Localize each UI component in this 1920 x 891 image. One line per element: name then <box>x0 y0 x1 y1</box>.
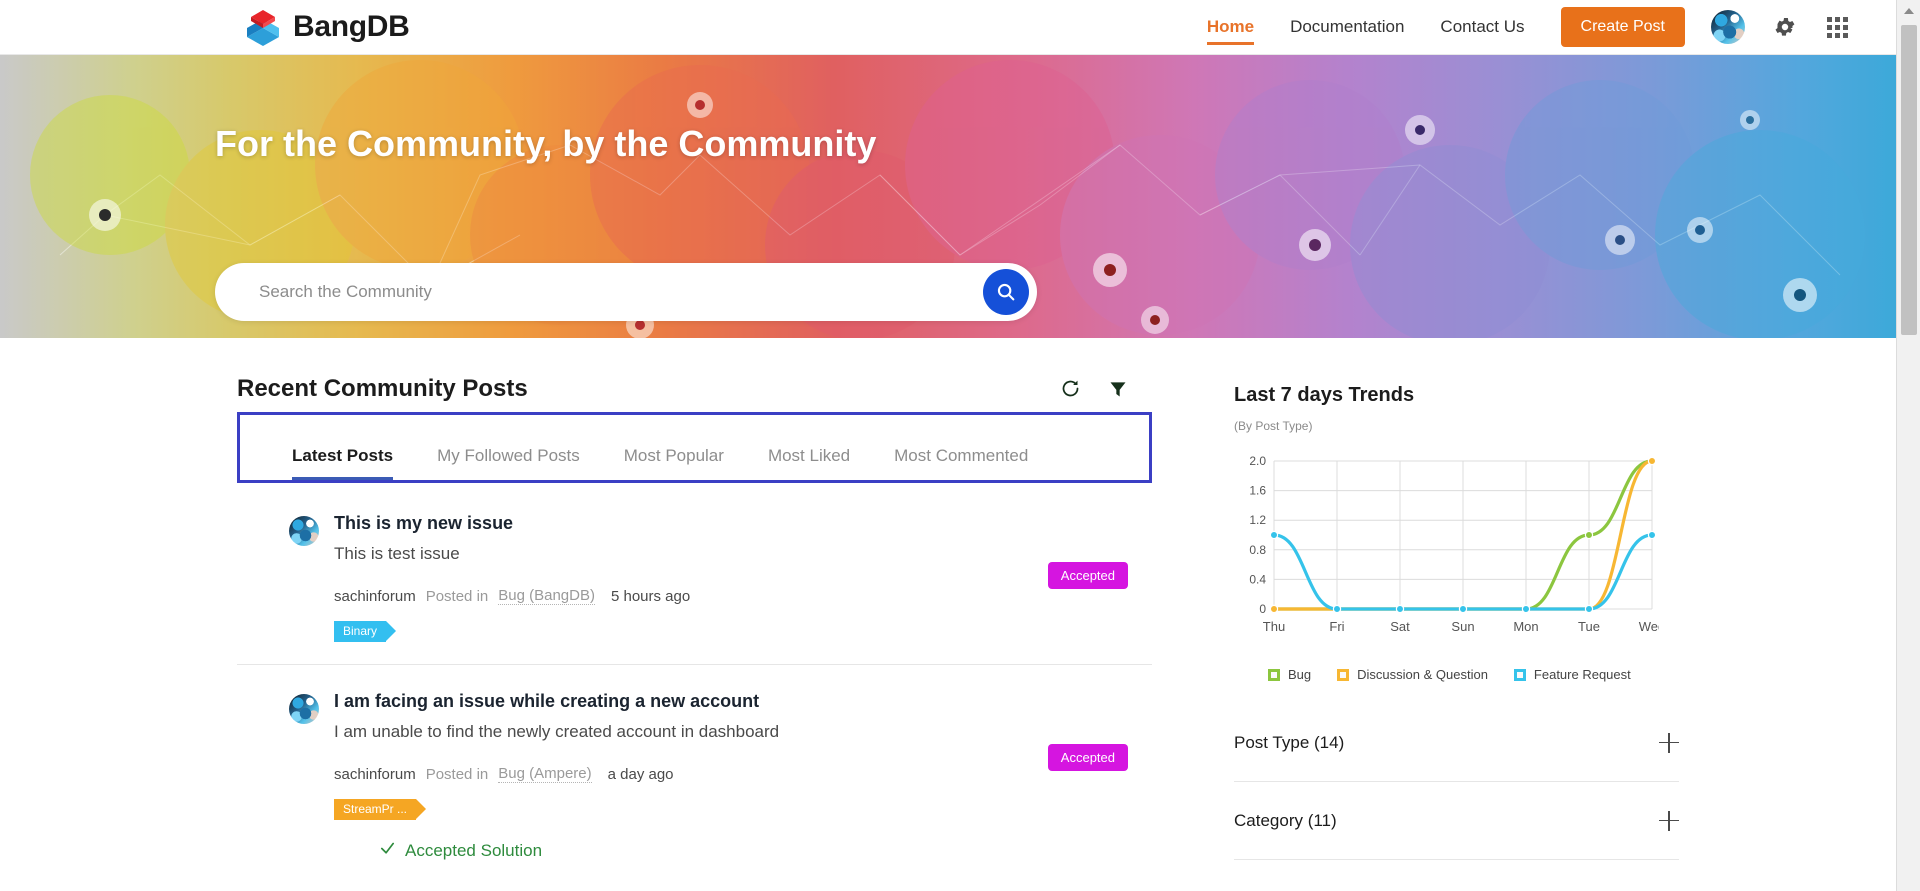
filter-category[interactable]: Category (11) <box>1234 782 1679 860</box>
svg-text:Tue: Tue <box>1578 619 1600 634</box>
brand-name: BangDB <box>293 10 410 43</box>
sidebar-column: Last 7 days Trends (By Post Type) 0 0.4 0.… <box>1234 338 1679 860</box>
filter-label: Post Type (14) <box>1234 732 1345 752</box>
tab-most-commented[interactable]: Most Commented <box>894 446 1028 480</box>
nav-link-home[interactable]: Home <box>1189 1 1272 53</box>
tab-most-liked[interactable]: Most Liked <box>768 446 850 480</box>
post-tag-label: Binary <box>343 624 378 638</box>
post-body: This is my new issue This is test issue … <box>334 513 1152 642</box>
svg-text:Sat: Sat <box>1390 619 1410 634</box>
posted-in-label: Posted in <box>425 765 489 783</box>
avatar[interactable] <box>289 516 319 546</box>
page-title: Recent Community Posts <box>237 374 528 402</box>
search-input[interactable] <box>215 282 983 302</box>
legend-swatch <box>1268 668 1280 681</box>
post-tag[interactable]: Binary <box>334 621 397 642</box>
post-tag[interactable]: StreamPr ... <box>334 799 427 820</box>
posts-section-header: Recent Community Posts <box>237 338 1152 402</box>
legend-label: Feature Request <box>1533 667 1631 682</box>
accepted-solution-label: Accepted Solution <box>405 841 543 860</box>
post-time: a day ago <box>607 765 674 783</box>
page-root: BangDB Home Documentation Contact Us Cre… <box>0 0 1920 891</box>
hero-search-bar <box>215 263 1037 321</box>
hero-title: For the Community, by the Community <box>215 123 877 164</box>
post-meta: sachinforum Posted in Bug (BangDB) 5 hou… <box>334 587 1152 605</box>
expand-plus-icon[interactable] <box>1659 810 1679 831</box>
legend-item-discussion-question[interactable]: Discussion & Question <box>1337 667 1488 682</box>
svg-text:2.0: 2.0 <box>1249 454 1266 468</box>
posts-header-actions <box>1060 378 1152 399</box>
legend-swatch <box>1337 668 1350 681</box>
filter-label: Category (11) <box>1234 810 1337 830</box>
tab-my-followed-posts[interactable]: My Followed Posts <box>437 446 580 480</box>
nav-link-contact-us[interactable]: Contact Us <box>1422 1 1542 53</box>
post-time: 5 hours ago <box>610 587 691 605</box>
user-avatar[interactable] <box>1711 10 1745 44</box>
hero-banner: For the Community, by the Community <box>0 55 1896 338</box>
post-category-link[interactable]: Bug (Ampere) <box>498 765 592 783</box>
posts-tabs: Latest Posts My Followed Posts Most Popu… <box>240 415 1072 480</box>
refresh-icon[interactable] <box>1060 378 1081 399</box>
trends-subtitle: (By Post Type) <box>1234 419 1313 433</box>
main-nav: Home Documentation Contact Us Create Pos… <box>1189 1 1896 53</box>
tab-most-popular[interactable]: Most Popular <box>624 446 724 480</box>
post-author[interactable]: sachinforum <box>334 588 416 605</box>
post-author[interactable]: sachinforum <box>334 766 416 783</box>
filter-post-type[interactable]: Post Type (14) <box>1234 704 1679 782</box>
svg-text:0.8: 0.8 <box>1249 543 1266 557</box>
avatar[interactable] <box>289 694 319 724</box>
page-scrollbar[interactable] <box>1896 0 1920 891</box>
svg-text:1.2: 1.2 <box>1249 513 1266 527</box>
tabs-highlight-box: Latest Posts My Followed Posts Most Popu… <box>237 412 1152 483</box>
accepted-solution-link[interactable]: Accepted Solution <box>379 840 1152 862</box>
filter-icon[interactable] <box>1108 379 1128 399</box>
chart-legend: Bug Discussion & Question Feature Reques… <box>1234 667 1679 682</box>
svg-text:0: 0 <box>1259 602 1266 616</box>
posts-column: Recent Community Posts Latest Posts My F… <box>237 338 1152 862</box>
svg-text:Wed: Wed <box>1639 619 1659 634</box>
svg-text:Fri: Fri <box>1329 619 1344 634</box>
legend-label: Discussion & Question <box>1357 667 1488 682</box>
svg-text:0.4: 0.4 <box>1249 572 1266 586</box>
legend-item-bug[interactable]: Bug <box>1268 667 1311 682</box>
post-title[interactable]: I am facing an issue while creating a ne… <box>334 691 1152 712</box>
post-body: I am facing an issue while creating a ne… <box>334 691 1152 862</box>
gear-icon[interactable] <box>1773 15 1797 39</box>
post-meta: sachinforum Posted in Bug (Ampere) a day… <box>334 765 1152 783</box>
post-description: I am unable to find the newly created ac… <box>334 722 780 741</box>
post-item[interactable]: I am facing an issue while creating a ne… <box>237 664 1152 862</box>
nav-link-documentation[interactable]: Documentation <box>1272 1 1422 53</box>
tab-latest-posts[interactable]: Latest Posts <box>292 446 394 480</box>
scrollbar-up-arrow[interactable] <box>1897 0 1920 22</box>
main-content: Recent Community Posts Latest Posts My F… <box>0 338 1896 891</box>
bangdb-logo-icon <box>243 8 283 46</box>
search-button[interactable] <box>983 269 1029 315</box>
legend-item-feature-request[interactable]: Feature Request <box>1513 667 1631 682</box>
top-header: BangDB Home Documentation Contact Us Cre… <box>0 0 1896 55</box>
scrollbar-thumb[interactable] <box>1901 25 1917 335</box>
status-badge[interactable]: Accepted <box>1047 744 1128 771</box>
svg-text:Thu: Thu <box>1263 619 1285 634</box>
expand-plus-icon[interactable] <box>1659 732 1679 753</box>
status-badge[interactable]: Accepted <box>1047 562 1128 589</box>
posted-in-label: Posted in <box>425 587 489 605</box>
svg-text:1.6: 1.6 <box>1249 484 1266 498</box>
check-icon <box>379 840 396 862</box>
post-item[interactable]: This is my new issue This is test issue … <box>237 483 1152 642</box>
trends-panel: Last 7 days Trends (By Post Type) 0 0.4 0.… <box>1234 338 1679 704</box>
trends-title: Last 7 days Trends <box>1234 384 1415 406</box>
trends-line-chart: 0 0.4 0.8 1.2 1.6 2.0 Thu Fri Sat Sun Mon Tue Wed <box>1234 451 1665 651</box>
post-title[interactable]: This is my new issue <box>334 513 1152 534</box>
legend-label: Bug <box>1288 667 1312 682</box>
apps-grid-icon[interactable] <box>1827 16 1848 38</box>
svg-text:Sun: Sun <box>1451 619 1474 634</box>
create-post-button[interactable]: Create Post <box>1560 7 1685 47</box>
post-description: This is test issue <box>334 544 460 563</box>
legend-swatch <box>1513 668 1526 681</box>
svg-text:Mon: Mon <box>1513 619 1538 634</box>
brand-logo[interactable]: BangDB <box>243 8 410 46</box>
post-category-link[interactable]: Bug (BangDB) <box>498 587 595 605</box>
post-tag-label: StreamPr ... <box>343 802 408 816</box>
